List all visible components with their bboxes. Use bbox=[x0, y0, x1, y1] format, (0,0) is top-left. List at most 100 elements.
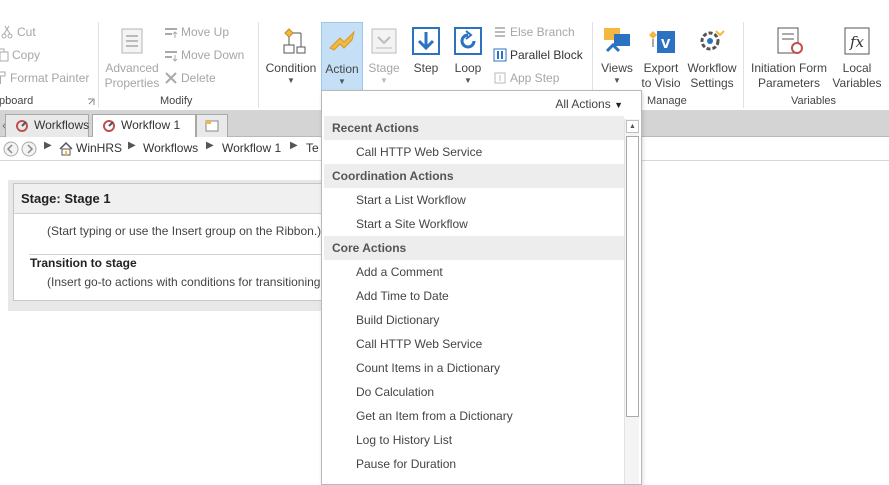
workflow-settings-label: Workflow Settings bbox=[687, 61, 737, 90]
menu-item-add-comment[interactable]: Add a Comment bbox=[324, 260, 624, 284]
else-branch-icon bbox=[493, 25, 507, 39]
actions-filter-dropdown[interactable]: All Actions ▼ bbox=[555, 97, 623, 111]
menu-item-start-site-workflow[interactable]: Start a Site Workflow bbox=[324, 212, 624, 236]
dropdown-scrollbar[interactable]: ▲ bbox=[624, 119, 639, 484]
condition-label: Condition bbox=[265, 61, 317, 75]
copy-button[interactable]: Copy bbox=[0, 46, 40, 64]
visio-export-icon: V bbox=[645, 25, 677, 57]
local-variables-label: Local Variables bbox=[832, 61, 882, 90]
advanced-properties-button[interactable]: Advanced Properties bbox=[102, 22, 162, 92]
delete-label: Delete bbox=[181, 71, 216, 85]
scissors-icon bbox=[0, 25, 14, 39]
initiation-form-parameters-button[interactable]: Initiation Form Parameters bbox=[747, 22, 831, 92]
new-tab-button[interactable] bbox=[196, 114, 228, 137]
move-up-label: Move Up bbox=[181, 25, 230, 39]
chevron-down-icon: ▼ bbox=[338, 77, 346, 86]
chevron-down-icon: ▼ bbox=[613, 76, 621, 85]
condition-button[interactable]: Condition ▼ bbox=[262, 22, 320, 92]
chevron-down-icon: ▼ bbox=[380, 76, 388, 85]
menu-item-add-time-to-date[interactable]: Add Time to Date bbox=[324, 284, 624, 308]
transition-hint[interactable]: (Insert go-to actions with conditions fo… bbox=[47, 275, 320, 289]
actions-filter-label: All Actions bbox=[555, 97, 611, 111]
stage-hint[interactable]: (Start typing or use the Insert group on… bbox=[47, 224, 321, 238]
breadcrumb-item-workflows[interactable]: Workflows bbox=[143, 141, 198, 155]
breadcrumb-separator-icon: ▶ bbox=[44, 140, 52, 151]
local-variables-button[interactable]: fx Local Variables bbox=[831, 22, 883, 92]
views-button[interactable]: Views ▼ bbox=[597, 22, 637, 92]
else-branch-button[interactable]: Else Branch bbox=[493, 23, 575, 41]
scroll-up-arrow-icon[interactable]: ▲ bbox=[626, 120, 639, 133]
menu-item-start-list-workflow[interactable]: Start a List Workflow bbox=[324, 188, 624, 212]
copy-icon bbox=[0, 48, 9, 62]
move-down-button[interactable]: Move Down bbox=[164, 46, 244, 64]
stage-button[interactable]: Stage ▼ bbox=[364, 22, 404, 92]
cut-button[interactable]: Cut bbox=[0, 23, 36, 41]
step-button[interactable]: Step bbox=[406, 22, 446, 92]
move-up-button[interactable]: Move Up bbox=[164, 23, 229, 41]
clipboard-group-label: pboard bbox=[0, 95, 34, 107]
breadcrumb-item-truncated[interactable]: Te bbox=[306, 141, 319, 155]
views-label: Views bbox=[601, 61, 633, 75]
menu-item-get-item-from-dictionary[interactable]: Get an Item from a Dictionary bbox=[324, 404, 624, 428]
cut-label: Cut bbox=[17, 25, 36, 39]
export-to-visio-button[interactable]: V Export to Visio bbox=[638, 22, 684, 92]
menu-item-call-http-web-service[interactable]: Call HTTP Web Service bbox=[324, 140, 624, 164]
section-header-coordination: Coordination Actions bbox=[324, 164, 624, 188]
breadcrumb-item-winhrs[interactable]: WinHRS bbox=[76, 141, 122, 155]
actions-list: Recent Actions Call HTTP Web Service Coo… bbox=[324, 116, 624, 476]
breadcrumb-separator-icon: ▶ bbox=[290, 140, 298, 151]
parallel-block-button[interactable]: Parallel Block bbox=[493, 46, 583, 64]
tab-workflow-1[interactable]: Workflow 1 * bbox=[92, 114, 196, 153]
section-header-recent: Recent Actions bbox=[324, 116, 624, 140]
group-separator bbox=[258, 22, 259, 108]
workflow-icon bbox=[102, 119, 116, 133]
variables-group-label: Variables bbox=[791, 95, 837, 107]
app-step-label: App Step bbox=[510, 71, 560, 85]
dialog-launcher-icon[interactable] bbox=[87, 98, 95, 106]
properties-list-icon bbox=[116, 25, 148, 57]
group-separator bbox=[743, 22, 744, 108]
tab-workflows[interactable]: Workflows bbox=[5, 114, 89, 137]
parallel-block-icon bbox=[493, 48, 507, 62]
loop-icon bbox=[452, 25, 484, 57]
back-icon[interactable] bbox=[3, 141, 19, 157]
section-header-core: Core Actions bbox=[324, 236, 624, 260]
divider bbox=[29, 254, 344, 255]
menu-item-pause-for-duration[interactable]: Pause for Duration bbox=[324, 452, 624, 476]
menu-item-do-calculation[interactable]: Do Calculation bbox=[324, 380, 624, 404]
group-separator bbox=[98, 22, 99, 108]
breadcrumb-separator-icon: ▶ bbox=[128, 140, 136, 151]
tab-workflows-label: Workflows bbox=[34, 118, 90, 132]
home-icon[interactable] bbox=[58, 141, 74, 157]
menu-item-log-to-history-list[interactable]: Log to History List bbox=[324, 428, 624, 452]
format-painter-button[interactable]: Format Painter bbox=[0, 69, 89, 87]
menu-item-call-http-web-service-core[interactable]: Call HTTP Web Service bbox=[324, 332, 624, 356]
workflow-settings-button[interactable]: Workflow Settings bbox=[684, 22, 740, 92]
menu-item-build-dictionary[interactable]: Build Dictionary bbox=[324, 308, 624, 332]
manage-group-label: Manage bbox=[647, 95, 687, 107]
delete-button[interactable]: Delete bbox=[164, 69, 216, 87]
app-step-button[interactable]: App Step bbox=[493, 69, 559, 87]
delete-x-icon bbox=[164, 71, 178, 85]
new-tab-icon bbox=[204, 119, 219, 133]
stage-block[interactable]: Stage: Stage 1 (Start typing or use the … bbox=[13, 183, 344, 301]
menu-item-count-items-dictionary[interactable]: Count Items in a Dictionary bbox=[324, 356, 624, 380]
views-icon bbox=[601, 25, 633, 57]
workflow-icon bbox=[15, 119, 29, 133]
loop-button[interactable]: Loop ▼ bbox=[449, 22, 487, 92]
chevron-down-icon: ▼ bbox=[464, 76, 472, 85]
else-branch-label: Else Branch bbox=[510, 25, 575, 39]
paintbrush-icon bbox=[0, 71, 7, 85]
gear-settings-icon bbox=[696, 25, 728, 57]
breadcrumb-item-workflow-1[interactable]: Workflow 1 bbox=[222, 141, 281, 155]
stage-title[interactable]: Stage: Stage 1 bbox=[14, 184, 342, 214]
modify-group-label: Modify bbox=[160, 95, 193, 107]
transition-title: Transition to stage bbox=[30, 256, 137, 270]
action-button[interactable]: Action ▼ bbox=[321, 22, 363, 92]
app-step-icon bbox=[493, 71, 507, 85]
loop-label: Loop bbox=[454, 61, 482, 75]
step-icon bbox=[410, 25, 442, 57]
scrollbar-thumb[interactable] bbox=[626, 136, 639, 417]
forward-icon[interactable] bbox=[21, 141, 37, 157]
action-lightning-icon bbox=[326, 26, 358, 58]
